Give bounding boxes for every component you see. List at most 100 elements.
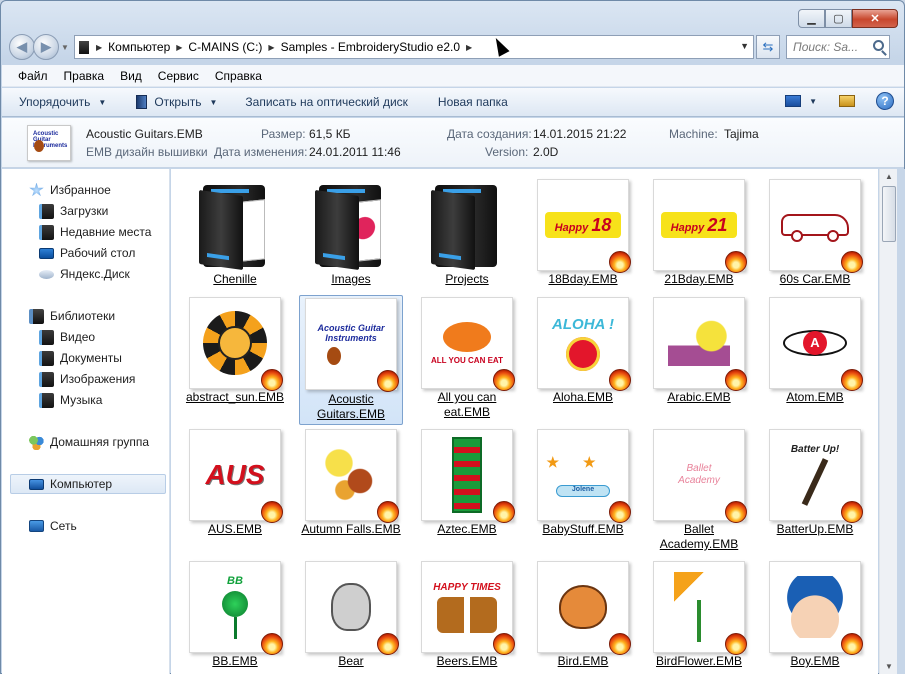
sidebar-item-images[interactable]: Изображения (39, 369, 135, 389)
search-input[interactable]: Поиск: Sa... (786, 35, 890, 59)
recent-pages-dropdown[interactable]: ▼ (59, 43, 71, 52)
organize-button[interactable]: Упорядочить ▼ (19, 95, 106, 109)
breadcrumb-samples[interactable]: Samples - EmbroideryStudio e2.0 (278, 36, 463, 58)
file-item[interactable]: BB BB.EMB (183, 561, 287, 669)
computer-icon (29, 478, 44, 490)
new-folder-button[interactable]: Новая папка (438, 95, 508, 109)
address-dropdown-icon[interactable]: ▼ (740, 41, 749, 51)
sidebar-item-computer[interactable]: Компьютер (10, 474, 166, 494)
file-item[interactable]: Batter Up! BatterUp.EMB (763, 429, 867, 537)
embroidery-thumbnail: ALL YOU CAN EAT (421, 297, 515, 391)
breadcrumb-separator[interactable]: ▶ (463, 43, 475, 52)
menu-help[interactable]: Справка (207, 69, 270, 83)
search-icon[interactable] (873, 40, 884, 51)
breadcrumb-separator[interactable]: ▶ (173, 43, 185, 52)
preview-pane-icon[interactable] (839, 95, 855, 107)
file-name: BatterUp.EMB (776, 522, 854, 536)
sidebar-item-music[interactable]: Музыка (39, 390, 102, 410)
maximize-button[interactable]: ▢ (825, 9, 852, 28)
file-item[interactable]: HAPPY TIMES Beers.EMB (415, 561, 519, 669)
folder-icon (305, 179, 397, 271)
embroidery-thumbnail: BB (189, 561, 283, 655)
refresh-icon: ⇆ (762, 39, 774, 54)
menu-tools[interactable]: Сервис (150, 69, 207, 83)
details-modified-label: Дата изменения: (214, 145, 308, 159)
scroll-up-icon[interactable]: ▲ (881, 169, 897, 185)
fire-icon (841, 633, 863, 655)
vertical-scrollbar[interactable]: ▲ ▼ (879, 169, 897, 674)
sidebar-item-yadisk[interactable]: Яндекс.Диск (39, 264, 130, 284)
breadcrumb-computer[interactable]: Компьютер (105, 36, 173, 58)
file-item[interactable]: Bear (299, 561, 403, 669)
file-item[interactable]: ★★ Jolene BabyStuff.EMB (531, 429, 635, 537)
forward-arrow-icon: ▶ (41, 39, 51, 54)
embroidery-thumbnail: A (769, 297, 863, 391)
view-controls: ▼ ? (785, 92, 894, 110)
minimize-button[interactable]: ▁ (798, 9, 825, 28)
refresh-button[interactable]: ⇆ (756, 35, 780, 59)
sidebar-item-desktop[interactable]: Рабочий стол (39, 243, 135, 263)
folder-item[interactable]: Images (299, 179, 403, 287)
file-item[interactable]: ALOHA ! Aloha.EMB (531, 297, 635, 405)
close-button[interactable]: ✕ (852, 9, 898, 28)
file-item[interactable]: Happy 18 18Bday.EMB (531, 179, 635, 287)
help-icon[interactable]: ? (876, 92, 894, 110)
computer-small-icon (79, 40, 89, 54)
file-item[interactable]: A Atom.EMB (763, 297, 867, 405)
address-bar[interactable]: ▶ Компьютер ▶ C-MAINS (C:) ▶ Samples - E… (74, 35, 754, 59)
file-item[interactable]: Arabic.EMB (647, 297, 751, 405)
file-item[interactable]: Aztec.EMB (415, 429, 519, 537)
sidebar-item-documents[interactable]: Документы (39, 348, 122, 368)
view-mode-dropdown-icon[interactable]: ▼ (809, 97, 817, 106)
scroll-thumb[interactable] (882, 186, 896, 242)
open-button[interactable]: Открыть ▼ (136, 95, 217, 109)
file-name: All you can eat.EMB (437, 390, 497, 419)
yandex-disk-icon (39, 269, 54, 279)
back-button[interactable]: ◀ (9, 34, 35, 60)
file-item[interactable]: Happy 21 21Bday.EMB (647, 179, 751, 287)
file-item[interactable]: AUS AUS.EMB (183, 429, 287, 537)
embroidery-thumbnail (189, 297, 283, 391)
file-item[interactable]: Ballet Academy Ballet Academy.EMB (647, 429, 751, 552)
explorer-window: ▁ ▢ ✕ ◀ ▶ ▼ ▶ Компьютер ▶ C-MAINS (C:) ▶… (0, 0, 905, 674)
file-name: Ballet Academy.EMB (659, 522, 739, 551)
sidebar-item-network[interactable]: Сеть (29, 516, 77, 536)
embroidery-thumbnail (769, 561, 863, 655)
breadcrumb-separator[interactable]: ▶ (93, 43, 105, 52)
fire-icon (609, 501, 631, 523)
sidebar-item-libraries[interactable]: Библиотеки (29, 306, 115, 326)
file-item[interactable]: abstract_sun.EMB (183, 297, 287, 405)
file-item[interactable]: Boy.EMB (763, 561, 867, 669)
sidebar-item-recent[interactable]: Недавние места (39, 222, 151, 242)
sidebar-item-label: Избранное (50, 183, 111, 197)
burn-disc-button[interactable]: Записать на оптический диск (245, 95, 408, 109)
file-item[interactable]: BirdFlower.EMB (647, 561, 751, 669)
file-item[interactable]: Autumn Falls.EMB (299, 429, 403, 537)
fire-icon (725, 633, 747, 655)
file-item-selected[interactable]: Acoustic Guitar Instruments Acoustic Guit… (299, 295, 403, 425)
folder-item[interactable]: Chenille (183, 179, 287, 287)
file-item[interactable]: Bird.EMB (531, 561, 635, 669)
details-size-value: 61,5 КБ (309, 127, 351, 141)
document-icon (136, 95, 148, 109)
folder-item[interactable]: Projects (415, 179, 519, 287)
documents-folder-icon (39, 350, 54, 366)
menu-edit[interactable]: Правка (56, 69, 113, 83)
open-label: Открыть (154, 95, 202, 109)
forward-button[interactable]: ▶ (33, 34, 59, 60)
file-item[interactable]: 60s Car.EMB (763, 179, 867, 287)
menu-view[interactable]: Вид (112, 69, 150, 83)
scroll-down-icon[interactable]: ▼ (881, 659, 897, 674)
sidebar-item-homegroup[interactable]: Домашняя группа (29, 432, 149, 452)
breadcrumb-separator[interactable]: ▶ (265, 43, 277, 52)
file-item[interactable]: ALL YOU CAN EAT All you can eat.EMB (415, 297, 519, 420)
view-mode-icon[interactable] (785, 95, 802, 107)
sidebar-item-label: Музыка (60, 393, 103, 407)
embroidery-thumbnail (305, 561, 399, 655)
file-name: Projects (445, 272, 489, 286)
sidebar-item-downloads[interactable]: Загрузки (39, 201, 108, 221)
breadcrumb-drive[interactable]: C-MAINS (C:) (185, 36, 265, 58)
sidebar-item-favorites[interactable]: Избранное (29, 180, 111, 200)
menu-file[interactable]: Файл (11, 69, 56, 83)
sidebar-item-video[interactable]: Видео (39, 327, 95, 347)
